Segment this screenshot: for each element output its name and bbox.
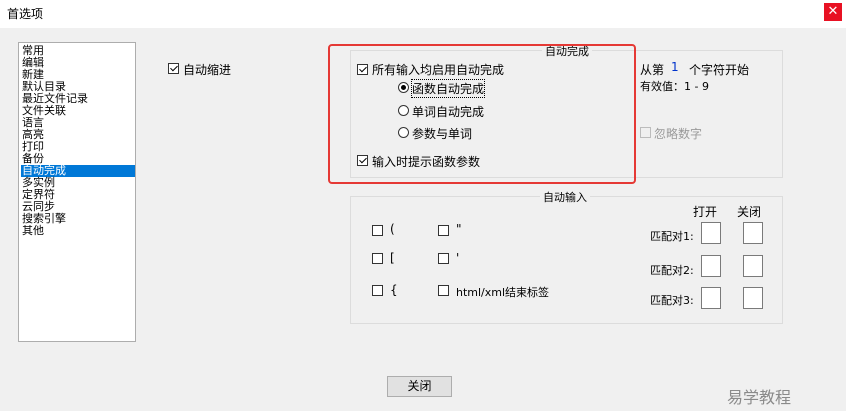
window-title: 首选项 xyxy=(7,7,44,21)
watermark-text: 易学教程 xyxy=(727,388,792,407)
sidebar-item-other[interactable]: 其他 xyxy=(21,225,135,237)
auto-indent-checkbox[interactable] xyxy=(168,63,179,74)
pair1-close-input[interactable] xyxy=(743,222,763,244)
start-from-prefix: 从第 xyxy=(640,63,665,77)
paren-label: ( xyxy=(390,222,395,236)
pair3-close-input[interactable] xyxy=(743,287,763,309)
pair2-open-input[interactable] xyxy=(701,255,721,277)
pair2-label: 匹配对2: xyxy=(650,264,694,277)
close-column-header: 关闭 xyxy=(737,205,762,219)
single-quote-label: ' xyxy=(456,251,460,265)
pair2-close-input[interactable] xyxy=(743,255,763,277)
open-column-header: 打开 xyxy=(693,205,718,219)
html-close-tag-checkbox[interactable] xyxy=(438,285,449,296)
valid-range-text: 有效值：1 - 9 xyxy=(640,80,709,93)
double-quote-checkbox[interactable] xyxy=(438,225,449,236)
close-button[interactable]: 关闭 xyxy=(387,376,452,397)
pair3-open-input[interactable] xyxy=(701,287,721,309)
html-close-tag-label: html/xml结束标签 xyxy=(456,286,550,299)
single-quote-checkbox[interactable] xyxy=(438,253,449,264)
start-from-suffix: 个字符开始 xyxy=(689,63,750,77)
pair1-open-input[interactable] xyxy=(701,222,721,244)
category-list[interactable]: 常用 编辑 新建 默认目录 最近文件记录 文件关联 语言 高亮 打印 备份 自动… xyxy=(18,42,136,342)
auto-indent-label: 自动缩进 xyxy=(183,63,232,77)
brace-checkbox[interactable] xyxy=(372,285,383,296)
brace-label: { xyxy=(390,283,398,297)
ignore-numbers-checkbox[interactable] xyxy=(640,127,651,138)
start-from-value[interactable]: 1 xyxy=(671,60,679,74)
double-quote-label: " xyxy=(456,222,462,236)
autoinput-group-title: 自动输入 xyxy=(540,189,590,205)
bracket-checkbox[interactable] xyxy=(372,253,383,264)
title-bar xyxy=(0,0,846,28)
paren-checkbox[interactable] xyxy=(372,225,383,236)
window-close-button[interactable]: ✕ xyxy=(824,3,842,21)
bracket-label: [ xyxy=(390,251,395,265)
pair1-label: 匹配对1: xyxy=(650,230,694,243)
pair3-label: 匹配对3: xyxy=(650,294,694,307)
ignore-numbers-label: 忽略数字 xyxy=(654,127,703,141)
highlight-annotation-box xyxy=(328,44,636,184)
